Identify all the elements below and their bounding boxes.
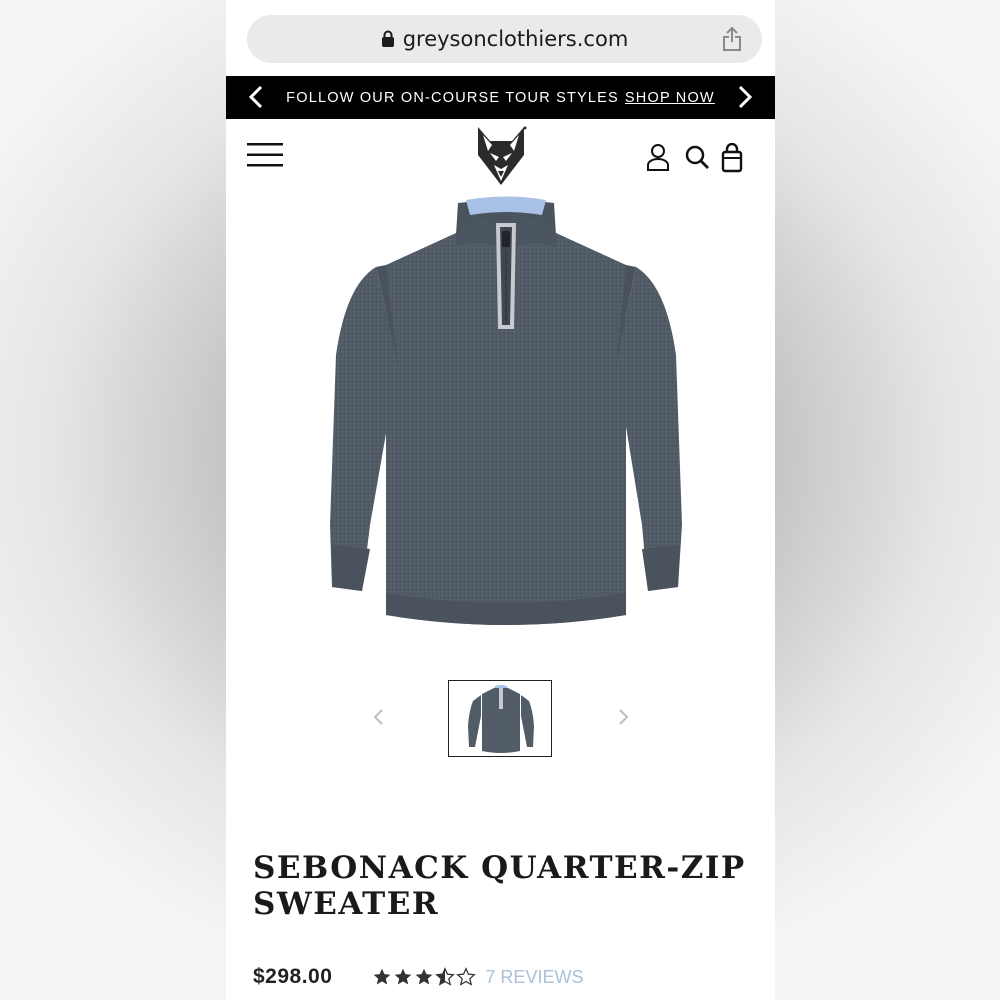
star-full-icon	[395, 968, 412, 985]
wolf-logo[interactable]	[474, 125, 528, 187]
star-empty-icon	[456, 967, 477, 986]
star-rating[interactable]: 7 REVIEWS	[372, 967, 583, 988]
chevron-left-icon[interactable]	[244, 84, 270, 110]
reviews-link[interactable]: 7 REVIEWS	[485, 967, 583, 988]
thumbnail-image	[468, 685, 534, 753]
star-half-icon	[435, 967, 456, 986]
account-icon[interactable]	[646, 143, 670, 171]
product-title: SEBONACK QUARTER-ZIP SWEATER	[253, 850, 746, 922]
url-text: greysonclothiers.com	[402, 27, 629, 51]
lock-icon	[381, 30, 394, 47]
share-icon[interactable]	[722, 26, 742, 52]
shop-now-link[interactable]: SHOP NOW	[625, 90, 715, 106]
chevron-right-icon[interactable]	[731, 84, 757, 110]
product-image[interactable]	[326, 195, 686, 645]
thumbnail-next-icon[interactable]	[616, 708, 630, 726]
hamburger-menu-icon[interactable]	[247, 141, 283, 169]
address-bar[interactable]: greysonclothiers.com	[247, 15, 762, 63]
thumbnail-prev-icon[interactable]	[372, 708, 386, 726]
thumbnail-selected[interactable]	[448, 680, 552, 757]
promo-message: FOLLOW OUR ON-COURSE TOUR STYLES	[286, 89, 619, 106]
thumbnail-carousel	[226, 678, 775, 758]
price-rating-row: $298.00 7 REVIEWS	[253, 960, 773, 994]
phone-screen: greysonclothiers.com FOLLOW OUR ON-COURS…	[226, 0, 775, 1000]
product-price: $298.00	[253, 965, 333, 988]
promo-text: FOLLOW OUR ON-COURSE TOUR STYLES SHOP NOW	[286, 90, 715, 106]
site-header	[226, 119, 775, 199]
star-full-icon	[374, 968, 391, 985]
promo-banner: FOLLOW OUR ON-COURSE TOUR STYLES SHOP NOW	[226, 76, 775, 119]
search-icon[interactable]	[684, 143, 710, 171]
star-full-icon	[416, 968, 433, 985]
shopping-bag-icon[interactable]	[721, 143, 743, 173]
